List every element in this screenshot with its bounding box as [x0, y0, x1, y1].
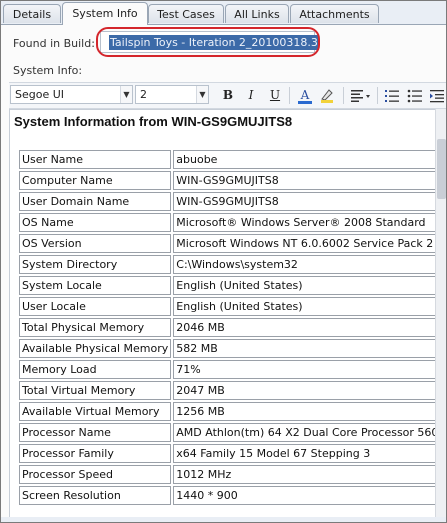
table-row: Available Virtual Memory 1256 MB [19, 402, 436, 421]
underline-button[interactable]: U [265, 86, 285, 105]
align-left-icon [351, 90, 370, 102]
info-key-cell: Processor Name [19, 423, 172, 442]
font-size-select[interactable]: 2 ▼ [135, 85, 209, 104]
table-row: User Locale English (United States) [19, 297, 436, 316]
info-value-cell: 1012 MHz [173, 465, 436, 484]
info-value-cell: Microsoft® Windows Server® 2008 Standard [173, 213, 436, 232]
info-key-cell: Processor Speed [19, 465, 172, 484]
scrollbar-thumb[interactable] [437, 139, 446, 199]
info-key-cell: Screen Resolution [19, 486, 172, 505]
bulleted-list-button[interactable] [405, 86, 425, 105]
align-button[interactable] [348, 86, 374, 105]
indent-button[interactable] [427, 86, 446, 105]
table-row: Memory Load 71% [19, 360, 436, 379]
info-key-cell: Available Physical Memory [19, 339, 172, 358]
bold-button[interactable]: B [218, 86, 238, 105]
tab-details[interactable]: Details [3, 4, 61, 23]
info-value-cell: English (United States) [173, 276, 436, 295]
table-row: Screen Resolution 1440 * 900 [19, 486, 436, 505]
tab-strip: Details System Info Test Cases All Links… [1, 1, 446, 25]
work-item-form: Details System Info Test Cases All Links… [0, 0, 447, 523]
highlight-color-button[interactable] [317, 86, 337, 105]
info-value-cell: 1440 * 900 [173, 486, 436, 505]
tab-attachments[interactable]: Attachments [290, 4, 379, 23]
info-key-cell: OS Name [19, 213, 172, 232]
info-key-cell: Memory Load [19, 360, 172, 379]
info-value-cell: WIN-GS9GMUJITS8 [173, 171, 436, 190]
table-row: Processor Family x64 Family 15 Model 67 S… [19, 444, 436, 463]
info-key-cell: Total Physical Memory [19, 318, 172, 337]
table-row: Total Physical Memory 2046 MB [19, 318, 436, 337]
info-value-cell: 1256 MB [173, 402, 436, 421]
table-row: Available Physical Memory 582 MB [19, 339, 436, 358]
chevron-down-icon: ▼ [196, 86, 208, 103]
info-key-cell: Computer Name [19, 171, 172, 190]
font-color-swatch [298, 101, 312, 104]
toolbar-separator [289, 87, 290, 104]
tab-all-links[interactable]: All Links [225, 4, 289, 23]
found-in-build-label: Found in Build: [13, 37, 95, 50]
info-value-cell: Microsoft Windows NT 6.0.6002 Service Pa… [173, 234, 436, 253]
tab-test-cases[interactable]: Test Cases [148, 4, 224, 23]
info-key-cell: System Locale [19, 276, 172, 295]
info-key-cell: Available Virtual Memory [19, 402, 172, 421]
info-key-cell: Total Virtual Memory [19, 381, 172, 400]
info-key-cell: Processor Family [19, 444, 172, 463]
info-value-cell: WIN-GS9GMUJITS8 [173, 192, 436, 211]
editor-scrollbar[interactable] [435, 109, 446, 517]
system-info-editor[interactable]: System Information from WIN-GS9GMUJITS8 … [9, 109, 437, 519]
table-row: System Directory C:\Windows\system32 [19, 255, 436, 274]
info-value-cell: English (United States) [173, 297, 436, 316]
tab-system-info[interactable]: System Info [62, 2, 148, 25]
system-info-table: User Name abuobe Computer Name WIN-GS9GMUJI… [17, 148, 436, 507]
info-key-cell: System Directory [19, 255, 172, 274]
info-key-cell: User Locale [19, 297, 172, 316]
info-value-cell: 2046 MB [173, 318, 436, 337]
info-key-cell: OS Version [19, 234, 172, 253]
toolbar-separator [377, 87, 378, 104]
info-value-cell: abuobe [173, 150, 436, 169]
form-bottom-edge [1, 517, 446, 522]
italic-button[interactable]: I [241, 86, 261, 105]
table-row: Computer Name WIN-GS9GMUJITS8 [19, 171, 436, 190]
indent-icon [430, 90, 444, 103]
table-row: User Name abuobe [19, 150, 436, 169]
info-key-cell: User Domain Name [19, 192, 172, 211]
toolbar-separator [343, 87, 344, 104]
font-size-value: 2 [140, 88, 147, 101]
info-value-cell: 582 MB [173, 339, 436, 358]
font-color-icon: A [300, 88, 310, 102]
numbered-list-button[interactable] [382, 86, 402, 105]
table-row: OS Version Microsoft Windows NT 6.0.6002 … [19, 234, 436, 253]
formatting-toolbar: Segoe UI ▼ 2 ▼ B I U A [9, 82, 446, 109]
bulleted-list-icon [407, 89, 422, 103]
font-color-button[interactable]: A [295, 86, 315, 105]
system-info-label: System Info: [13, 64, 83, 77]
font-family-select[interactable]: Segoe UI ▼ [10, 85, 133, 104]
info-value-cell: x64 Family 15 Model 67 Stepping 3 [173, 444, 436, 463]
document-title: System Information from WIN-GS9GMUJITS8 [14, 114, 293, 129]
table-row: Processor Name AMD Athlon(tm) 64 X2 Dual … [19, 423, 436, 442]
chevron-down-icon: ▼ [120, 86, 132, 103]
numbered-list-icon [385, 90, 399, 102]
annotation-highlight-ring [96, 27, 320, 57]
font-family-value: Segoe UI [15, 88, 65, 101]
info-key-cell: User Name [19, 150, 172, 169]
info-value-cell: C:\Windows\system32 [173, 255, 436, 274]
table-row: Processor Speed 1012 MHz [19, 465, 436, 484]
info-value-cell: 71% [173, 360, 436, 379]
info-value-cell: AMD Athlon(tm) 64 X2 Dual Core Processor… [173, 423, 436, 442]
table-row: User Domain Name WIN-GS9GMUJITS8 [19, 192, 436, 211]
info-value-cell: 2047 MB [173, 381, 436, 400]
table-row: System Locale English (United States) [19, 276, 436, 295]
highlighter-icon [321, 89, 333, 103]
table-row: OS Name Microsoft® Windows Server® 2008 S… [19, 213, 436, 232]
table-row: Total Virtual Memory 2047 MB [19, 381, 436, 400]
